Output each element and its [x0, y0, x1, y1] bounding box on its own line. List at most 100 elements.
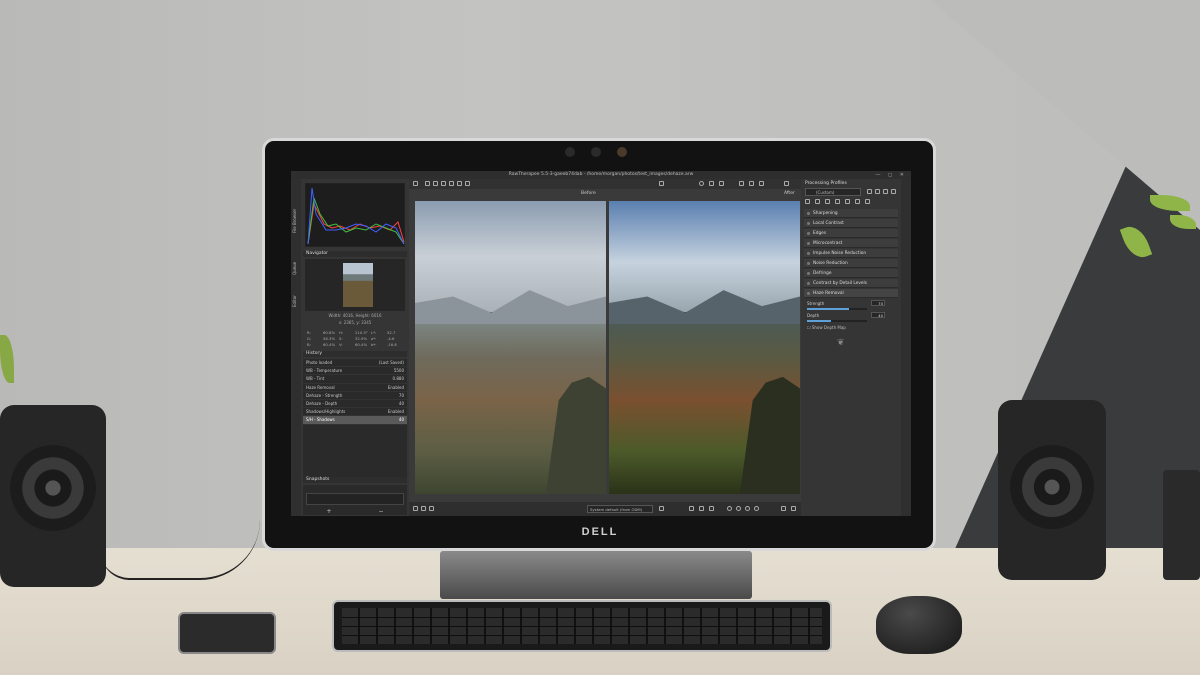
window-controls[interactable]: — ◻ ✕	[875, 171, 907, 179]
value-cell: 60.4%	[323, 342, 336, 347]
tab-file-browser[interactable]: File Browser	[292, 191, 300, 251]
pixel-values: R: 60.8% H: 210.5° L*: 52.7 G: 58.3% S: 32.9% a*:…	[307, 330, 403, 347]
detail-tab-icon[interactable]	[815, 199, 820, 204]
value-cell: G:	[307, 336, 312, 341]
profile-select[interactable]: (Custom)	[805, 188, 861, 196]
strength-value[interactable]: 70	[871, 300, 885, 306]
metadata-tab-icon[interactable]	[865, 199, 870, 204]
zoom-in-icon[interactable]	[736, 506, 741, 511]
after-image[interactable]	[609, 201, 800, 494]
tool-noise-reduction[interactable]: Noise Reduction	[804, 259, 898, 268]
processing-profiles-title: Processing Profiles	[805, 181, 847, 186]
history-row[interactable]: Shadows/Highlights Enabled	[303, 408, 407, 417]
snapshots-title: Snapshots	[303, 477, 407, 483]
rotate-left-icon[interactable]	[739, 181, 744, 186]
show-depth-map-checkbox[interactable]: ☐ Show Depth Map	[807, 325, 846, 330]
rotate-right-icon[interactable]	[749, 181, 754, 186]
next-image-icon[interactable]	[709, 506, 714, 511]
history-row-selected[interactable]: S/H - Shadows 40	[303, 416, 407, 425]
phone	[178, 612, 276, 654]
depth-value[interactable]: 40	[871, 312, 885, 318]
editor-toolbar	[409, 179, 801, 189]
camera-dot	[617, 147, 627, 157]
navigator-coords: x: 2365, y: 3345	[338, 320, 372, 325]
value-cell: R:	[307, 330, 311, 335]
zoom-fit-icon[interactable]	[745, 506, 750, 511]
exposure-tab-icon[interactable]	[805, 199, 810, 204]
transform-tab-icon[interactable]	[845, 199, 850, 204]
straighten-icon[interactable]	[449, 181, 454, 186]
raw-tab-icon[interactable]	[855, 199, 860, 204]
clipped-shadows-icon[interactable]	[709, 181, 714, 186]
crop-icon[interactable]	[457, 181, 462, 186]
advanced-tab-icon[interactable]	[835, 199, 840, 204]
navigator-preview[interactable]	[305, 259, 405, 311]
strength-label: Strength	[807, 301, 825, 306]
copy-profile-icon[interactable]	[883, 189, 888, 194]
rotate-icon[interactable]	[465, 181, 470, 186]
left-speaker-cone	[10, 445, 96, 531]
toggle-right-panel-icon[interactable]	[791, 506, 796, 511]
strength-slider-fill	[807, 308, 849, 310]
history-row[interactable]: Photo loaded (Last Saved)	[303, 359, 407, 368]
value-cell: 60.8%	[323, 330, 336, 335]
hide-panel-icon[interactable]	[413, 181, 418, 186]
navigator-thumbnail[interactable]	[343, 263, 373, 307]
wb-picker-icon[interactable]	[441, 181, 446, 186]
value-cell: 52.7	[387, 330, 396, 335]
history-row[interactable]: Dehaze - Strength 70	[303, 392, 407, 400]
color-tab-icon[interactable]	[825, 199, 830, 204]
tab-editor[interactable]: Editor	[292, 287, 300, 315]
output-profile-select[interactable]: System default (from ODM)	[587, 505, 653, 513]
history-row[interactable]: WB - Temperature 5500	[303, 367, 407, 376]
tool-sharpening[interactable]: Sharpening	[804, 209, 898, 218]
snapshots-panel: + −	[303, 485, 407, 515]
sync-icon[interactable]	[699, 506, 704, 511]
snapshots-list[interactable]	[306, 493, 404, 505]
tool-edges[interactable]: Edges	[804, 229, 898, 238]
paste-profile-icon[interactable]	[891, 189, 896, 194]
zoom-out-icon[interactable]	[727, 506, 732, 511]
depth-slider[interactable]	[807, 320, 867, 322]
hand-icon[interactable]	[433, 181, 438, 186]
edit-external-icon[interactable]	[429, 506, 434, 511]
depth-slider-fill	[807, 320, 831, 322]
plant-pot	[1163, 470, 1200, 580]
before-image[interactable]	[415, 201, 606, 494]
history-row[interactable]: WB - Tint 0.880	[303, 375, 407, 384]
tool-microcontrast[interactable]: Microcontrast	[804, 239, 898, 248]
value-cell: H:	[339, 330, 344, 335]
info-icon[interactable]	[425, 181, 430, 186]
save-profile-icon[interactable]	[875, 189, 880, 194]
fullscreen-icon[interactable]	[781, 506, 786, 511]
clipped-highlights-icon[interactable]	[719, 181, 724, 186]
prev-image-icon[interactable]	[689, 506, 694, 511]
tool-haze-removal[interactable]: Haze Removal	[804, 289, 898, 298]
panel-end-ornament: ❦	[837, 338, 845, 348]
queue-icon[interactable]	[421, 506, 426, 511]
remove-snapshot-button[interactable]: −	[378, 508, 383, 515]
tab-queue[interactable]: Queue	[292, 254, 300, 282]
history-row[interactable]: Haze Removal Enabled	[303, 384, 407, 392]
navigator-size: Width: 4016, Height: 6016	[328, 313, 382, 318]
window-titlebar: RawTherapee 5.5-3-gaeeb74dab - /home/mor…	[291, 171, 911, 179]
load-profile-icon[interactable]	[867, 189, 872, 194]
transform-icon[interactable]	[784, 181, 789, 186]
flip-icon[interactable]	[759, 181, 764, 186]
add-snapshot-button[interactable]: +	[326, 508, 331, 515]
zoom-100-icon[interactable]	[754, 506, 759, 511]
strength-slider[interactable]	[807, 308, 867, 310]
history-row[interactable]: Dehaze - Depth 40	[303, 400, 407, 409]
tool-local-contrast[interactable]: Local Contrast	[804, 219, 898, 228]
tool-defringe[interactable]: Defringe	[804, 269, 898, 278]
value-cell: 60.4%	[355, 342, 368, 347]
monitor-stand	[440, 551, 752, 599]
after-sky	[609, 201, 800, 313]
preview-mode-icon[interactable]	[659, 181, 664, 186]
focus-mask-icon[interactable]	[699, 181, 704, 186]
folder-icon[interactable]	[659, 506, 664, 511]
tool-impulse-noise-reduction[interactable]: Impulse Noise Reduction	[804, 249, 898, 258]
value-cell: b*:	[371, 342, 377, 347]
tool-contrast-by-detail-levels[interactable]: Contrast by Detail Levels	[804, 279, 898, 288]
save-icon[interactable]	[413, 506, 418, 511]
